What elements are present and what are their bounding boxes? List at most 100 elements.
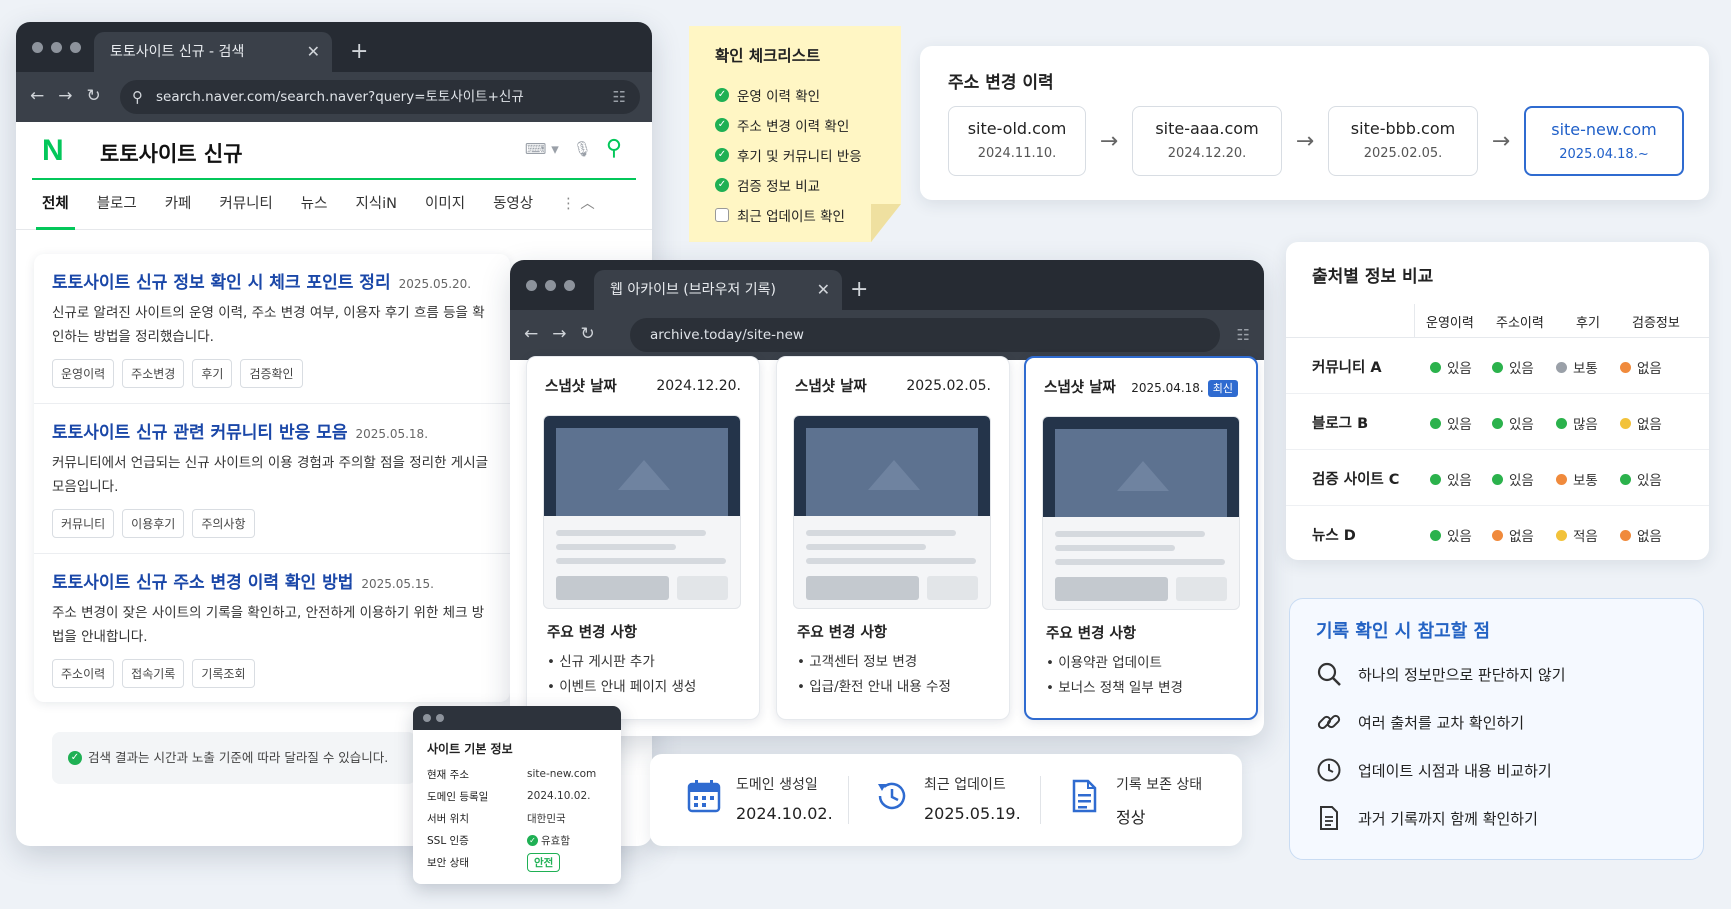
- tab-all[interactable]: 전체: [36, 180, 75, 230]
- result-title[interactable]: 토토사이트 신규 주소 변경 이력 확인 방법: [52, 573, 353, 593]
- back-icon[interactable]: ←: [524, 324, 538, 344]
- comparison-row: 뉴스 D 있음 없음 적음 없음: [1286, 506, 1709, 562]
- checklist-item[interactable]: ✓ 운영 이력 확인: [715, 80, 901, 110]
- change-item: • 보너스 정책 일부 변경: [1046, 680, 1183, 696]
- result-tag[interactable]: 운영이력: [52, 359, 115, 388]
- checklist-item[interactable]: ✓ 주소 변경 이력 확인: [715, 110, 901, 140]
- history-date: 2025.02.05.: [1363, 146, 1443, 161]
- snapshot-thumbnail[interactable]: [793, 415, 991, 609]
- result-tag[interactable]: 접속기록: [122, 659, 185, 688]
- close-tab-icon[interactable]: ✕: [817, 270, 830, 310]
- tab-kin[interactable]: 지식iN: [355, 180, 397, 229]
- address-history-card: 주소 변경 이력 site-old.com 2024.11.10. → site…: [920, 46, 1709, 200]
- change-item: • 이용약관 업데이트: [1046, 655, 1162, 671]
- back-icon[interactable]: ←: [30, 86, 44, 106]
- close-tab-icon[interactable]: ✕: [307, 32, 320, 72]
- url-field[interactable]: archive.today/site-new: [630, 318, 1220, 352]
- checked-icon: ✓: [715, 178, 729, 192]
- new-tab-icon[interactable]: +: [350, 32, 368, 72]
- snapshot-thumbnail[interactable]: [543, 415, 741, 609]
- result-tag[interactable]: 주소변경: [122, 359, 185, 388]
- naver-logo[interactable]: N: [42, 136, 72, 166]
- url-field[interactable]: ⚲ search.naver.com/search.naver?query=토토…: [120, 80, 640, 114]
- status-dot-icon: [1620, 529, 1631, 541]
- comparison-row: 커뮤니티 A 있음 있음 보통 없음: [1286, 338, 1709, 394]
- check-icon: ✓: [68, 751, 82, 765]
- result-tag[interactable]: 주소이력: [52, 659, 115, 688]
- result-tag[interactable]: 검증확인: [240, 359, 303, 388]
- menu-icon[interactable]: ☷: [1237, 318, 1250, 352]
- history-entry[interactable]: site-aaa.com 2024.12.20.: [1132, 106, 1282, 176]
- stat-domain-created: 도메인 생성일 2024.10.02.: [686, 774, 833, 823]
- info-value: 2024.10.02.: [527, 790, 591, 802]
- microphone-icon[interactable]: 🎙: [573, 140, 592, 158]
- comparison-cell: 적음: [1556, 525, 1598, 545]
- browser-tab[interactable]: 웹 아카이브 (브라우저 기록) ✕: [594, 270, 842, 310]
- comparison-cell: 있음: [1430, 357, 1472, 377]
- result-tag[interactable]: 이용후기: [122, 509, 185, 538]
- column-header: 검증정보: [1632, 316, 1680, 331]
- search-icon: [1317, 662, 1341, 686]
- search-result: 토토사이트 신규 정보 확인 시 체크 포인트 정리 2025.05.20. 신규…: [34, 254, 510, 404]
- status-dot-icon: [1620, 417, 1631, 429]
- snapshot-label: 스냅샷 날짜: [545, 379, 617, 395]
- tip-text: 업데이트 시점과 내용 비교하기: [1358, 761, 1552, 780]
- tab-blog[interactable]: 블로그: [97, 180, 137, 229]
- status-dot-icon: [1492, 473, 1503, 485]
- checklist-item[interactable]: ✓ 후기 및 커뮤니티 반응: [715, 140, 901, 170]
- snapshot-card-latest[interactable]: 스냅샷 날짜 2025.04.18. 최신 주요 변경 사항 • 이용약관 업데이…: [1024, 356, 1258, 720]
- tab-cafe[interactable]: 카페: [165, 180, 192, 229]
- checklist-item[interactable]: ✓ 검증 정보 비교: [715, 170, 901, 200]
- result-tag[interactable]: 기록조회: [192, 659, 255, 688]
- more-tabs-icon[interactable]: ⋮ ︿: [561, 180, 595, 229]
- comparison-cell: 있음: [1620, 469, 1662, 489]
- snapshot-date: 2025.04.18.: [1131, 381, 1204, 395]
- history-domain: site-bbb.com: [1350, 119, 1456, 138]
- history-entry-current[interactable]: site-new.com 2025.04.18.~: [1524, 106, 1684, 176]
- checked-icon: ✓: [715, 148, 729, 162]
- forward-icon[interactable]: →: [58, 86, 72, 106]
- search-query[interactable]: 토토사이트 신규: [100, 138, 243, 168]
- snapshot-thumbnail[interactable]: [1042, 416, 1240, 610]
- result-description: 신규로 알려진 사이트의 운영 이력, 주소 변경 여부, 이용자 후기 흐름 …: [52, 305, 485, 345]
- checklist-label: 운영 이력 확인: [737, 89, 821, 105]
- comparison-cell: 많음: [1556, 413, 1598, 433]
- history-entry[interactable]: site-bbb.com 2025.02.05.: [1328, 106, 1478, 176]
- result-title[interactable]: 토토사이트 신규 관련 커뮤니티 반응 모음: [52, 423, 347, 443]
- tab-images[interactable]: 이미지: [425, 180, 465, 229]
- source-name: 뉴스 D: [1312, 528, 1356, 544]
- result-tag[interactable]: 후기: [192, 359, 233, 388]
- window-controls[interactable]: [526, 280, 575, 291]
- status-text: 보통: [1573, 473, 1598, 489]
- result-title[interactable]: 토토사이트 신규 정보 확인 시 체크 포인트 정리: [52, 273, 391, 293]
- site-info-row: 보안 상태 안전: [413, 851, 621, 873]
- browser-tab[interactable]: 토토사이트 신규 - 검색 ✕: [94, 32, 332, 72]
- archive-browser-window: 웹 아카이브 (브라우저 기록) ✕ + ← → ↻ archive.today…: [510, 260, 1264, 736]
- reload-icon[interactable]: ↻: [581, 324, 595, 344]
- tab-news[interactable]: 뉴스: [301, 180, 328, 229]
- history-entry[interactable]: site-old.com 2024.11.10.: [948, 106, 1086, 176]
- status-dot-icon: [1430, 417, 1441, 429]
- status-text: 적음: [1573, 529, 1598, 545]
- result-description: 커뮤니티에서 언급되는 신규 사이트의 이용 경험과 주의할 점을 정리한 게시…: [52, 455, 489, 495]
- new-tab-icon[interactable]: +: [850, 270, 868, 310]
- window-controls[interactable]: [423, 714, 444, 722]
- forward-icon[interactable]: →: [552, 324, 566, 344]
- search-icon[interactable]: ⚲: [606, 136, 622, 161]
- tip-text: 과거 기록까지 함께 확인하기: [1358, 809, 1538, 828]
- tab-video[interactable]: 동영상: [493, 180, 533, 229]
- comparison-cell: 있음: [1492, 469, 1534, 489]
- keyboard-icon[interactable]: ⌨ ▾: [525, 140, 559, 158]
- snapshot-card[interactable]: 스냅샷 날짜 2025.02.05. 주요 변경 사항 • 고객센터 정보 변경…: [776, 356, 1010, 720]
- status-text: 있음: [1447, 361, 1472, 377]
- snapshot-card[interactable]: 스냅샷 날짜 2024.12.20. 주요 변경 사항 • 신규 게시판 추가 …: [526, 356, 760, 720]
- menu-icon[interactable]: ☷: [613, 80, 626, 114]
- checked-icon: ✓: [715, 88, 729, 102]
- window-controls[interactable]: [32, 42, 81, 53]
- result-tag[interactable]: 주의사항: [192, 509, 255, 538]
- result-tag[interactable]: 커뮤니티: [52, 509, 115, 538]
- unchecked-box-icon[interactable]: [715, 208, 729, 222]
- tab-community[interactable]: 커뮤니티: [219, 180, 272, 229]
- reload-icon[interactable]: ↻: [87, 86, 101, 106]
- status-dot-icon: [1430, 529, 1441, 541]
